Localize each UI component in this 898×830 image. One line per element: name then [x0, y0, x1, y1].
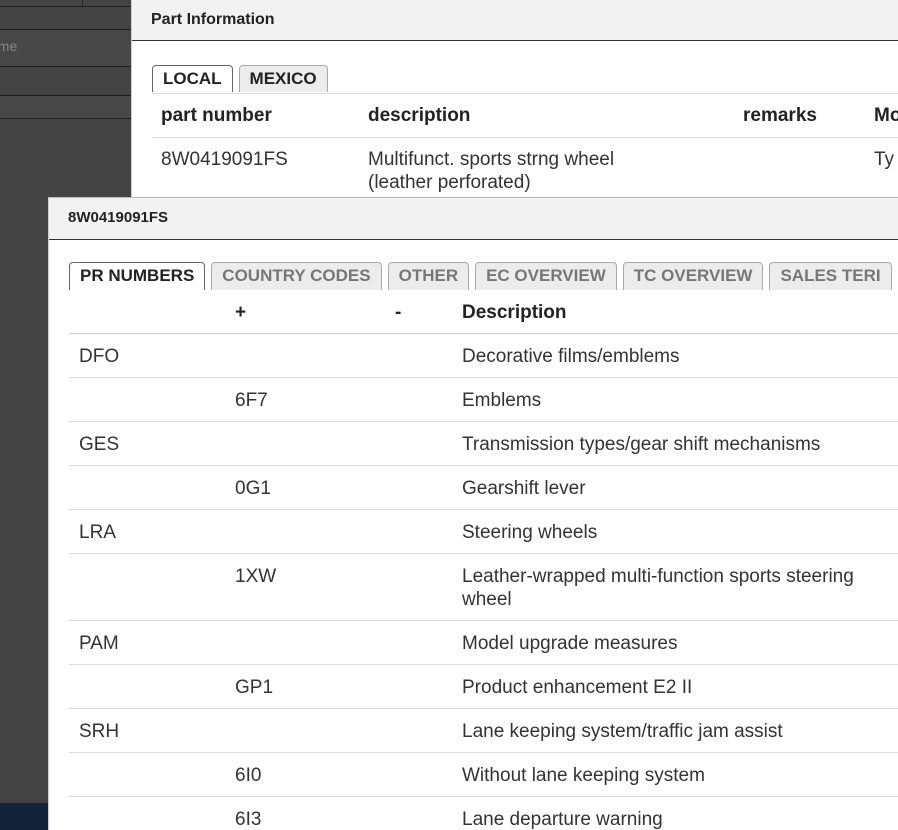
pr-description: Leather-wrapped multi-function sports st… — [462, 566, 854, 610]
table-row[interactable]: 6I3 Lane departure warning — [69, 797, 898, 830]
pr-description: Emblems — [462, 390, 542, 411]
pr-table-header: + - Description — [69, 290, 898, 334]
tab-local[interactable]: LOCAL — [152, 65, 233, 92]
tab-sales-terms[interactable]: SALES TERI — [769, 262, 892, 290]
pr-plus: GP1 — [235, 677, 274, 698]
header-remarks[interactable]: remarks — [743, 105, 817, 127]
part-table-header: part number description remarks Mo — [152, 94, 898, 138]
tab-ec-overview[interactable]: EC OVERVIEW — [475, 262, 617, 290]
header-model[interactable]: Mo — [874, 105, 898, 127]
part-description-line2: (leather perforated) — [368, 172, 531, 193]
background-footer-bar — [0, 803, 48, 830]
table-row[interactable]: 6I0 Without lane keeping system — [69, 753, 898, 797]
pr-plus: 6F7 — [235, 390, 268, 411]
part-description-line1: Multifunct. sports strng wheel — [368, 149, 615, 170]
pr-description: Steering wheels — [462, 522, 598, 543]
table-row[interactable]: GES Transmission types/gear shift mechan… — [69, 422, 898, 466]
pr-numbers-dialog: 8W0419091FS PR NUMBERS COUNTRY CODES OTH… — [48, 197, 898, 830]
tab-other[interactable]: OTHER — [387, 262, 470, 290]
table-row[interactable]: DFO Decorative films/emblems — [69, 334, 898, 378]
tab-country-codes[interactable]: COUNTRY CODES — [211, 262, 382, 290]
pr-dialog-tabs: PR NUMBERS COUNTRY CODES OTHER EC OVERVI… — [69, 262, 892, 290]
table-row[interactable]: GP1 Product enhancement E2 II — [69, 665, 898, 709]
table-row[interactable]: 1XW Leather-wrapped multi-function sport… — [69, 554, 898, 621]
tab-pr-numbers[interactable]: PR NUMBERS — [69, 262, 206, 290]
tab-mexico[interactable]: MEXICO — [238, 65, 328, 92]
header-description[interactable]: description — [368, 105, 470, 127]
pr-description: Lane keeping system/traffic jam assist — [462, 721, 783, 742]
pr-code: SRH — [79, 721, 120, 742]
part-model-value: Ty — [874, 149, 895, 170]
header-minus[interactable]: - — [395, 301, 401, 324]
background-name-placeholder: ame — [0, 38, 18, 54]
part-dialog-tabs: LOCAL MEXICO — [152, 65, 328, 92]
header-part-number[interactable]: part number — [161, 105, 272, 127]
pr-dialog-title: 8W0419091FS — [49, 198, 898, 240]
pr-description: Product enhancement E2 II — [462, 677, 693, 698]
background-field[interactable] — [0, 95, 132, 119]
background-name-field[interactable]: ame — [0, 29, 132, 67]
table-row[interactable]: SRH Lane keeping system/traffic jam assi… — [69, 709, 898, 753]
pr-description: Transmission types/gear shift mechanisms — [462, 434, 821, 455]
pr-code: GES — [79, 434, 120, 455]
pr-code: PAM — [79, 633, 119, 654]
pr-description: Lane departure warning — [462, 809, 663, 830]
pr-plus: 6I0 — [235, 765, 262, 786]
part-number-value: 8W0419091FS — [161, 149, 288, 170]
table-row[interactable]: PAM Model upgrade measures — [69, 621, 898, 665]
pr-table: + - Description DFO Decorative films/emb… — [69, 290, 898, 830]
table-row[interactable]: 6F7 Emblems — [69, 378, 898, 422]
background-button-top[interactable] — [82, 0, 132, 7]
pr-description: Model upgrade measures — [462, 633, 678, 654]
pr-plus: 6I3 — [235, 809, 262, 830]
tab-tc-overview[interactable]: TC OVERVIEW — [622, 262, 764, 290]
part-dialog-title: Part Information — [132, 0, 898, 41]
table-row[interactable]: LRA Steering wheels — [69, 510, 898, 554]
table-row[interactable]: 0G1 Gearshift lever — [69, 466, 898, 510]
pr-plus: 0G1 — [235, 478, 271, 499]
header-description[interactable]: Description — [462, 301, 862, 324]
pr-code: DFO — [79, 346, 120, 367]
pr-description: Gearshift lever — [462, 478, 586, 499]
header-plus[interactable]: + — [235, 301, 246, 324]
part-description-value: Multifunct. sports strng wheel (leather … — [368, 148, 614, 194]
pr-code: LRA — [79, 522, 116, 543]
pr-plus: 1XW — [235, 566, 277, 587]
pr-description: Without lane keeping system — [462, 765, 705, 786]
part-table: part number description remarks Mo 8W041… — [152, 93, 898, 208]
pr-description: Decorative films/emblems — [462, 346, 680, 367]
